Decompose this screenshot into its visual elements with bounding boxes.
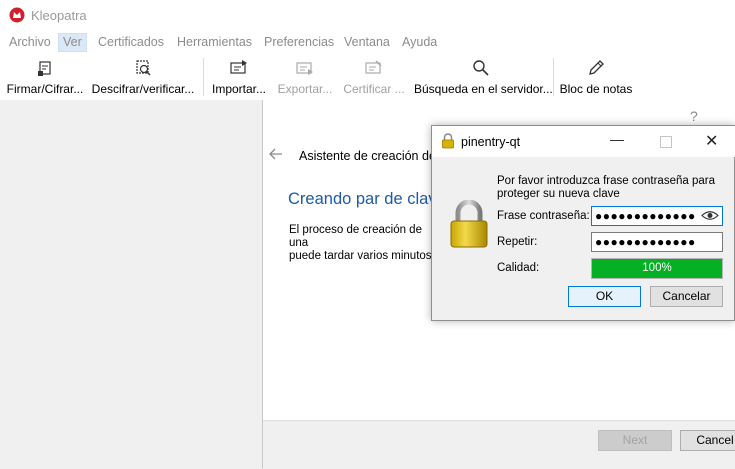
import-button[interactable]: Importar...	[208, 54, 270, 100]
pinentry-description: Por favor introduzca frase contraseña pa…	[497, 175, 715, 200]
app-titlebar	[0, 0, 735, 30]
kleopatra-logo-icon	[9, 7, 25, 23]
notepad-button[interactable]: Bloc de notas	[559, 54, 633, 100]
lookup-server-button[interactable]: Búsqueda en el servidor...	[414, 54, 553, 100]
decrypt-verify-label: Descifrar/verificar...	[91, 82, 195, 96]
export-button[interactable]: Exportar...	[274, 54, 336, 100]
wizard-description-line: puede tardar varios minutos.	[289, 250, 435, 262]
maximize-button[interactable]	[660, 136, 672, 148]
pinentry-title: pinentry-qt	[461, 135, 521, 149]
pinentry-cancel-button[interactable]: Cancelar	[650, 286, 723, 307]
menu-ventana[interactable]: Ventana	[340, 34, 394, 51]
import-label: Importar...	[211, 82, 267, 96]
sign-encrypt-button[interactable]: Firmar/Cifrar...	[4, 54, 86, 100]
passphrase-label: Frase contraseña:	[497, 210, 590, 222]
eye-icon[interactable]	[701, 209, 719, 222]
menu-preferencias[interactable]: Preferencias	[260, 34, 338, 51]
toolbar-separator	[203, 58, 204, 96]
wizard-cancel-button[interactable]: Cancel	[680, 430, 735, 451]
quality-progress-bar: 100%	[591, 258, 723, 279]
certify-label: Certificar ...	[343, 82, 405, 96]
certify-button[interactable]: Certificar ...	[341, 54, 407, 100]
lookup-server-label: Búsqueda en el servidor...	[414, 82, 553, 96]
wizard-description-line: El proceso de creación de una	[289, 224, 422, 249]
minimize-button[interactable]: —	[610, 131, 624, 147]
close-button[interactable]: ✕	[705, 131, 718, 151]
toolbar-separator	[553, 58, 554, 96]
next-button[interactable]: Next	[598, 430, 672, 451]
decrypt-verify-icon	[136, 60, 151, 76]
menu-certificados[interactable]: Certificados	[94, 34, 168, 51]
import-icon	[230, 60, 247, 74]
sign-encrypt-label: Firmar/Cifrar...	[6, 82, 84, 96]
app-title: Kleopatra	[31, 8, 87, 23]
notepad-label: Bloc de notas	[559, 82, 633, 96]
ok-button[interactable]: OK	[568, 286, 641, 307]
menu-bar: Archivo Ver Certificados Herramientas Pr…	[0, 30, 735, 54]
pencil-icon	[589, 60, 604, 75]
repeat-passphrase-input[interactable]: ●●●●●●●●●●●●●	[591, 232, 723, 252]
lock-icon	[442, 133, 454, 149]
back-arrow-icon[interactable]	[268, 146, 284, 162]
lock-icon	[450, 200, 488, 248]
menu-herramientas[interactable]: Herramientas	[173, 34, 256, 51]
export-label: Exportar...	[277, 82, 333, 96]
wizard-heading: Creando par de clave	[288, 190, 446, 208]
menu-ver[interactable]: Ver	[58, 33, 87, 52]
certify-icon	[365, 60, 382, 74]
quality-label: Calidad:	[497, 262, 540, 274]
repeat-label: Repetir:	[497, 236, 538, 248]
search-icon	[473, 60, 489, 76]
help-button[interactable]: ?	[690, 108, 698, 124]
toolbar: Firmar/Cifrar... Descifrar/verificar... …	[0, 54, 735, 101]
sign-encrypt-icon	[38, 61, 51, 76]
wizard-description: El proceso de creación de una puede tard…	[289, 224, 439, 263]
export-icon	[296, 62, 313, 75]
menu-ayuda[interactable]: Ayuda	[398, 34, 441, 51]
menu-archivo[interactable]: Archivo	[5, 34, 55, 51]
wizard-title: Asistente de creación de	[299, 149, 436, 163]
decrypt-verify-button[interactable]: Descifrar/verificar...	[90, 54, 196, 100]
key-list-area	[0, 100, 262, 468]
